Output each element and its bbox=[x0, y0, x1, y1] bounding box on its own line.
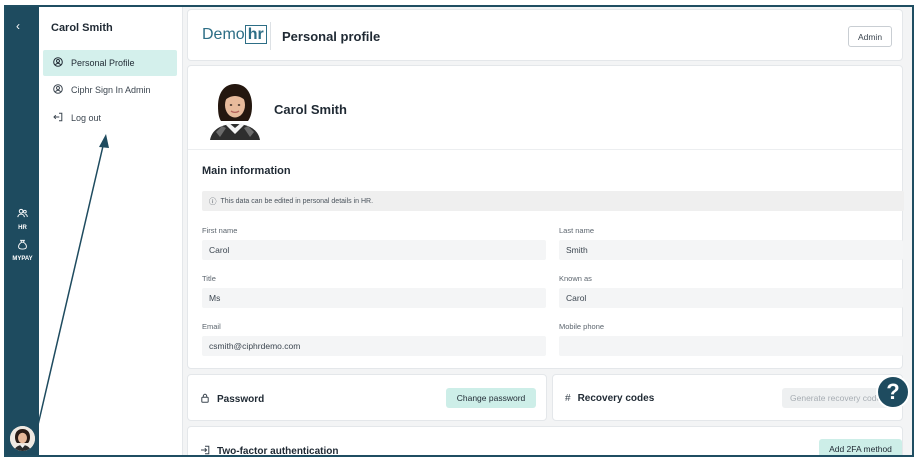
rail-item-hr[interactable]: HR bbox=[6, 206, 39, 231]
two-factor-card: Two-factor authentication Add 2FA method bbox=[187, 426, 903, 457]
header-divider bbox=[270, 22, 271, 50]
recovery-codes-title: # Recovery codes bbox=[565, 393, 654, 404]
user-circle-icon bbox=[53, 57, 63, 69]
add-2fa-method-button[interactable]: Add 2FA method bbox=[819, 439, 902, 455]
notice-text: This data can be edited in personal deta… bbox=[220, 197, 374, 205]
lock-icon bbox=[200, 393, 210, 406]
logo-prefix: Demo bbox=[202, 26, 245, 43]
known-as-label: Known as bbox=[559, 274, 592, 283]
last-name-label: Last name bbox=[559, 226, 595, 235]
last-name-field: Smith bbox=[559, 240, 903, 260]
mobile-phone-field bbox=[559, 336, 903, 356]
section-title: Main information bbox=[202, 165, 291, 177]
mobile-phone-label: Mobile phone bbox=[559, 322, 605, 331]
sidebar-item-log-out[interactable]: Log out bbox=[43, 105, 177, 131]
known-as-field: Carol bbox=[559, 288, 903, 308]
edit-notice: ⓘ This data can be edited in personal de… bbox=[202, 191, 904, 211]
profile-divider bbox=[188, 149, 902, 150]
rail-item-label: HR bbox=[18, 225, 27, 231]
logo-box: hr bbox=[244, 25, 267, 44]
sidebar-item-personal-profile[interactable]: Personal Profile bbox=[43, 50, 177, 76]
admin-button[interactable]: Admin bbox=[848, 26, 892, 47]
user-circle-icon bbox=[53, 84, 63, 96]
sidebar-item-label: Log out bbox=[71, 113, 102, 123]
two-factor-title: Two-factor authentication bbox=[200, 445, 339, 457]
back-chevron-icon[interactable]: ‹ bbox=[16, 19, 20, 33]
password-title: Password bbox=[200, 393, 264, 406]
profile-name: Carol Smith bbox=[274, 102, 347, 117]
app-rail: ‹ HR MYPAY bbox=[6, 7, 39, 455]
change-password-button[interactable]: Change password bbox=[446, 388, 536, 408]
recovery-codes-title-text: Recovery codes bbox=[577, 393, 655, 404]
page-title: Personal profile bbox=[282, 29, 381, 44]
page-header: Demo hr Personal profile Admin bbox=[187, 9, 903, 61]
logout-icon bbox=[53, 112, 63, 124]
sidebar-item-label: Personal Profile bbox=[71, 58, 135, 68]
info-icon: ⓘ bbox=[209, 196, 217, 206]
help-question-icon[interactable]: ? bbox=[876, 375, 910, 409]
rail-item-label: MYPAY bbox=[12, 256, 33, 262]
generate-recovery-codes-label: Generate recovery codes bbox=[790, 393, 886, 403]
profile-card: Carol Smith Main information ⓘ This data… bbox=[187, 65, 904, 369]
password-card: Password Change password bbox=[187, 374, 547, 421]
avatar[interactable] bbox=[10, 426, 35, 451]
side-user-name: Carol Smith bbox=[51, 22, 113, 34]
title-field: Ms bbox=[202, 288, 546, 308]
password-title-text: Password bbox=[217, 394, 265, 405]
rail-item-mypay[interactable]: MYPAY bbox=[6, 237, 39, 262]
login-arrow-icon bbox=[200, 445, 210, 455]
title-label: Title bbox=[202, 274, 216, 283]
profile-side-panel: Carol Smith Personal Profile Ciphr Sign … bbox=[39, 7, 183, 455]
main-content: Demo hr Personal profile Admin Carol Smit… bbox=[183, 7, 912, 455]
hash-icon: # bbox=[565, 393, 571, 404]
email-label: Email bbox=[202, 322, 221, 331]
sidebar-item-label: Ciphr Sign In Admin bbox=[71, 85, 151, 95]
first-name-field: Carol bbox=[202, 240, 546, 260]
profile-photo bbox=[210, 84, 260, 140]
demohr-logo[interactable]: Demo hr bbox=[202, 25, 267, 44]
first-name-label: First name bbox=[202, 226, 238, 235]
email-field: csmith@ciphrdemo.com bbox=[202, 336, 546, 356]
app-window: ‹ HR MYPAY Carol Smith Personal Profile … bbox=[4, 5, 914, 457]
two-factor-title-text: Two-factor authentication bbox=[217, 446, 339, 457]
people-icon bbox=[17, 208, 28, 218]
sidebar-item-ciphr-sign-in-admin[interactable]: Ciphr Sign In Admin bbox=[43, 77, 177, 103]
money-bag-icon bbox=[18, 239, 27, 250]
recovery-codes-card: # Recovery codes Generate recovery codes bbox=[552, 374, 903, 421]
avatar-photo bbox=[10, 426, 35, 451]
